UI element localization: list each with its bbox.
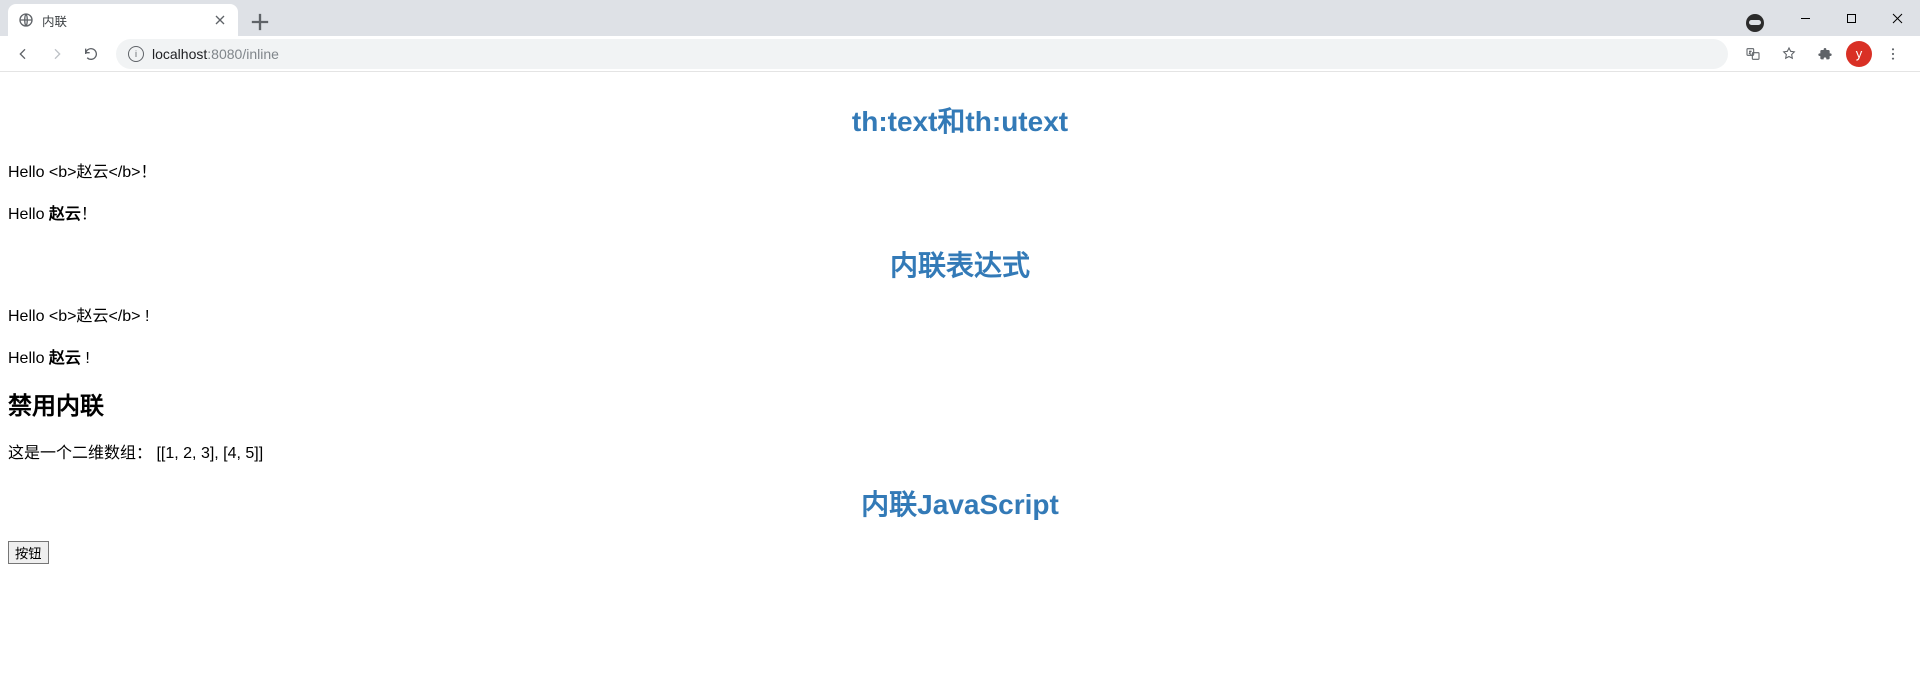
tab-title: 内联: [42, 11, 204, 30]
window-controls: [1746, 0, 1920, 36]
toolbar-right: y: [1738, 39, 1912, 69]
kebab-menu-icon[interactable]: [1878, 39, 1908, 69]
close-icon[interactable]: [212, 12, 228, 28]
avatar[interactable]: y: [1846, 41, 1872, 67]
array-line: 这是一个二维数组： [[1, 2, 3], [4, 5]]: [8, 439, 1912, 463]
demo-button[interactable]: 按钮: [8, 541, 49, 564]
window-close-button[interactable]: [1874, 3, 1920, 33]
translate-icon[interactable]: [1738, 39, 1768, 69]
page-content: th:text和th:utext Hello <b>赵云</b>！ Hello …: [0, 72, 1920, 572]
profile-indicator-icon[interactable]: [1746, 14, 1764, 32]
toolbar: i localhost:8080/inline y: [0, 36, 1920, 72]
minimize-button[interactable]: [1782, 3, 1828, 33]
site-info-icon[interactable]: i: [128, 46, 144, 62]
text-unescaped-line-2: Hello 赵云 !: [8, 344, 1912, 368]
reload-button[interactable]: [76, 39, 106, 69]
new-tab-button[interactable]: [246, 8, 274, 36]
globe-icon: [18, 12, 34, 28]
url-path: /inline: [242, 46, 279, 62]
url-port: :8080: [207, 46, 242, 62]
bold-name: 赵云: [49, 350, 81, 367]
extensions-icon[interactable]: [1810, 39, 1840, 69]
forward-button[interactable]: [42, 39, 72, 69]
bold-name: 赵云: [49, 206, 81, 223]
text-escaped-line-2: Hello <b>赵云</b> !: [8, 302, 1912, 326]
text-escaped-line-1: Hello <b>赵云</b>！: [8, 158, 1912, 182]
heading-inline-js: 内联JavaScript: [8, 483, 1912, 523]
address-bar[interactable]: i localhost:8080/inline: [116, 39, 1728, 69]
bookmark-icon[interactable]: [1774, 39, 1804, 69]
heading-disable-inline: 禁用内联: [8, 386, 1912, 421]
browser-chrome: 内联 i localhost:8080/inline y: [0, 0, 1920, 72]
back-button[interactable]: [8, 39, 38, 69]
text-unescaped-line-1: Hello 赵云！: [8, 200, 1912, 224]
tab-active[interactable]: 内联: [8, 4, 238, 36]
heading-inline-expr: 内联表达式: [8, 244, 1912, 284]
tab-strip: 内联: [0, 0, 1920, 36]
url-text: localhost:8080/inline: [152, 46, 279, 62]
url-host: localhost: [152, 46, 207, 62]
avatar-letter: y: [1856, 46, 1863, 61]
heading-thtext: th:text和th:utext: [8, 100, 1912, 140]
maximize-button[interactable]: [1828, 3, 1874, 33]
